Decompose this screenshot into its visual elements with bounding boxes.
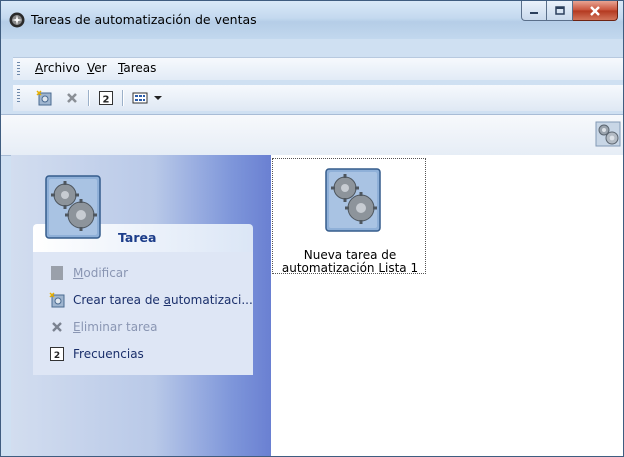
new-task-icon — [36, 90, 52, 106]
task-frequencies[interactable]: 2 Frecuencias — [49, 345, 144, 363]
close-icon — [590, 5, 600, 16]
frequency-icon: 2 — [49, 346, 65, 362]
task-item-caption: Nueva tarea de automatización Lista 1 — [281, 248, 419, 275]
window-title: Tareas de automatización de ventas — [31, 12, 257, 27]
menu-grip[interactable] — [17, 62, 20, 76]
menu-bar: Archivo Ver Tareas — [13, 57, 623, 80]
gears-icon[interactable] — [595, 121, 621, 147]
app-window: Tareas de automatización de ventas Archi… — [0, 0, 624, 457]
task-create[interactable]: Crear tarea de automatizaci... — [49, 291, 253, 309]
dropdown-arrow-icon — [154, 96, 162, 100]
view-icon — [132, 92, 148, 104]
secondary-bar — [1, 114, 623, 156]
svg-text:2: 2 — [103, 95, 110, 106]
task-modify[interactable]: Modificar — [49, 264, 128, 282]
task-panel-title: Tarea — [118, 230, 157, 245]
task-modify-label: Modificar — [73, 266, 129, 280]
maximize-icon — [554, 5, 565, 15]
task-item-card[interactable]: Nueva tarea de automatización Lista 1 — [272, 158, 426, 275]
menu-ver[interactable]: Ver — [87, 61, 107, 75]
task-frequencies-label: Frecuencias — [73, 347, 144, 361]
delete-icon — [67, 93, 77, 103]
close-button[interactable] — [573, 1, 618, 21]
delete-icon — [49, 319, 65, 335]
menu-tareas[interactable]: Tareas — [118, 61, 156, 75]
task-gears-icon — [325, 168, 381, 232]
svg-text:2: 2 — [54, 351, 60, 361]
task-create-label: Crear tarea de automatizaci... — [73, 293, 253, 307]
view-button[interactable] — [131, 89, 149, 107]
task-delete-label: Eliminar tarea — [73, 320, 158, 334]
menu-archivo[interactable]: Archivo — [35, 61, 80, 75]
new-task-button[interactable] — [35, 89, 53, 107]
modify-icon — [49, 265, 65, 281]
minimize-button[interactable] — [521, 1, 547, 21]
toolbar: 2 — [13, 85, 623, 111]
create-task-icon — [49, 292, 65, 308]
delete-button[interactable] — [63, 89, 81, 107]
task-list-pane[interactable]: Nueva tarea de automatización Lista 1 — [271, 155, 623, 456]
task-delete[interactable]: Eliminar tarea — [49, 318, 157, 336]
refresh-icon: 2 — [99, 91, 113, 106]
view-dropdown-button[interactable] — [149, 89, 167, 107]
maximize-button[interactable] — [547, 1, 573, 21]
title-bar: Tareas de automatización de ventas — [1, 1, 623, 39]
refresh-button[interactable]: 2 — [97, 89, 115, 107]
app-icon[interactable] — [9, 12, 25, 28]
minimize-icon — [530, 11, 538, 14]
toolbar-grip[interactable] — [17, 89, 20, 103]
task-gears-icon — [45, 175, 101, 239]
